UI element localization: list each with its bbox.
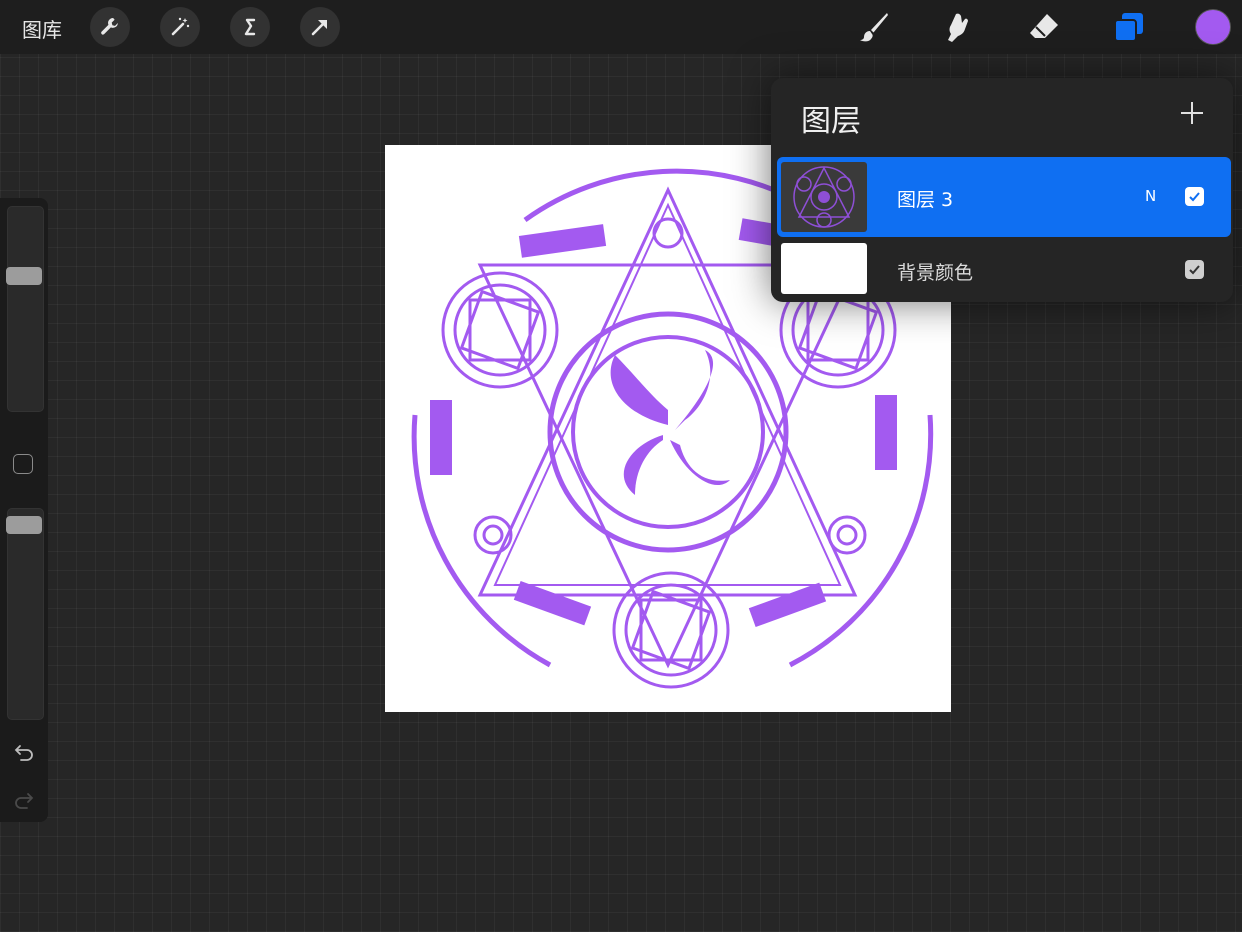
undo-icon[interactable] — [12, 740, 36, 764]
layers-panel: 图层 图层 3 N 背景颜色 — [771, 78, 1233, 302]
checkmark-icon — [1189, 265, 1200, 275]
layer-visibility-checkbox[interactable] — [1185, 187, 1204, 206]
opacity-thumb[interactable] — [6, 515, 42, 534]
modify-button[interactable] — [13, 454, 33, 474]
brush-size-slider[interactable] — [7, 206, 44, 412]
redo-icon[interactable] — [12, 788, 36, 812]
add-layer-icon[interactable] — [1179, 100, 1205, 126]
magic-wand-icon[interactable] — [160, 7, 200, 47]
layers-icon[interactable] — [1110, 8, 1148, 46]
color-picker-button[interactable] — [1196, 10, 1230, 44]
opacity-slider[interactable] — [7, 508, 44, 720]
checkmark-icon — [1189, 192, 1200, 202]
brush-icon[interactable] — [855, 8, 893, 46]
layer-name: 背景颜色 — [897, 262, 974, 284]
layer-row-3[interactable]: 图层 3 N — [777, 157, 1231, 237]
blend-mode-button[interactable]: N — [1145, 187, 1156, 205]
wrench-icon[interactable] — [90, 7, 130, 47]
layer-row-background-color[interactable]: 背景颜色 — [777, 241, 1231, 299]
layer-thumbnail — [781, 162, 867, 232]
layer-visibility-checkbox[interactable] — [1185, 260, 1204, 279]
layer-name: 图层 3 — [897, 189, 954, 211]
left-sidebar — [0, 198, 48, 822]
selection-icon[interactable] — [230, 7, 270, 47]
smudge-icon[interactable] — [940, 8, 978, 46]
top-toolbar: 图库 — [0, 0, 1242, 54]
layers-panel-title: 图层 — [801, 104, 861, 139]
eraser-icon[interactable] — [1025, 8, 1063, 46]
transform-icon[interactable] — [300, 7, 340, 47]
gallery-button[interactable]: 图库 — [22, 14, 62, 43]
background-color-thumbnail[interactable] — [781, 243, 867, 294]
brush-size-thumb[interactable] — [6, 267, 42, 286]
